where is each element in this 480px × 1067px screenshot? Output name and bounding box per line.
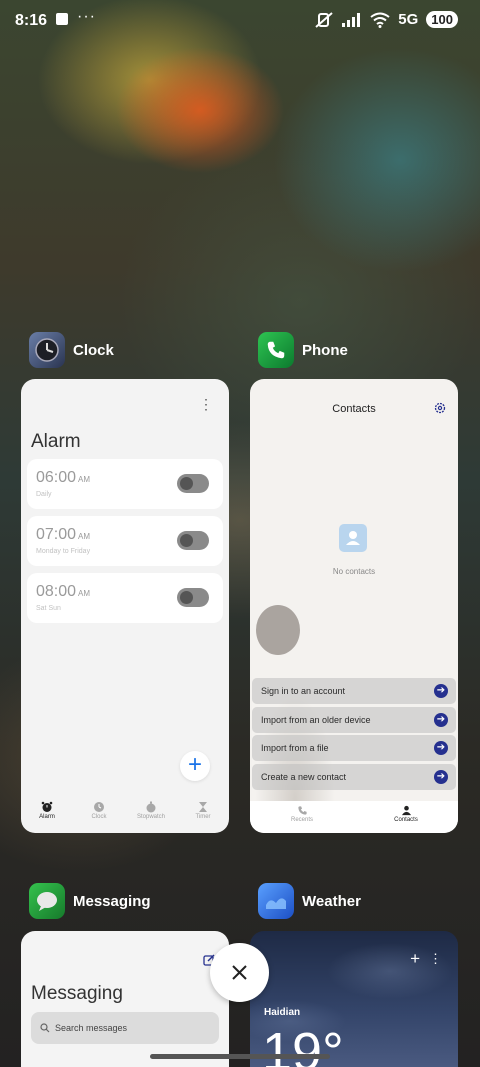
clock-tab-bar: Alarm Clock Stopwatch Timer <box>21 801 229 833</box>
tab-timer[interactable]: Timer <box>177 801 229 833</box>
alarm-title: Alarm <box>31 431 81 452</box>
weather-more-icon[interactable]: ⋮ <box>429 951 442 967</box>
alarm-time: 06:00 <box>36 469 77 486</box>
person-icon <box>401 805 411 816</box>
alarm-time: 07:00 <box>36 526 77 543</box>
clock-icon <box>94 802 104 812</box>
notification-icon <box>56 13 68 25</box>
messaging-title: Messaging <box>31 983 123 1004</box>
action-label: Import from a file <box>261 743 329 753</box>
tab-stopwatch[interactable]: Stopwatch <box>125 801 177 833</box>
current-temperature: 19° <box>262 1022 344 1067</box>
add-alarm-button[interactable]: + <box>180 751 210 781</box>
alarm-repeat: Sat Sun <box>36 605 61 612</box>
search-placeholder: Search messages <box>55 1023 128 1033</box>
tab-alarm[interactable]: Alarm <box>21 801 73 833</box>
phone-app-icon <box>258 332 294 368</box>
alarm-icon <box>41 801 53 812</box>
tab-recents[interactable]: Recents <box>250 801 354 833</box>
alarm-item[interactable]: 06:00 AM Daily <box>27 459 223 509</box>
arrow-right-icon: ➔ <box>434 713 448 727</box>
clock-app-name: Clock <box>73 341 114 359</box>
status-icons: 5G 100 <box>314 11 458 28</box>
tab-clock-label: Clock <box>91 814 107 820</box>
messaging-app-name: Messaging <box>73 892 151 910</box>
alarm-toggle[interactable] <box>177 531 209 550</box>
contacts-title: Contacts <box>332 403 376 415</box>
alarm-item[interactable]: 08:00 AM Sat Sun <box>27 573 223 623</box>
status-bar: 8:16 ··· 5G 100 <box>0 0 480 42</box>
phone-app-name: Phone <box>302 341 348 359</box>
import-older-device-button[interactable]: Import from an older device ➔ <box>252 707 456 733</box>
vibrate-off-icon <box>315 11 333 28</box>
messaging-recent-card[interactable]: Messaging Search messages <box>21 931 229 1067</box>
arrow-right-icon: ➔ <box>434 770 448 784</box>
add-city-button[interactable]: + <box>410 949 420 969</box>
settings-icon[interactable] <box>434 402 446 414</box>
weather-app-icon <box>258 883 294 919</box>
clock-app-label[interactable]: Clock <box>29 332 114 368</box>
contact-placeholder-icon <box>339 524 367 552</box>
no-contacts-text: No contacts <box>332 567 376 576</box>
clear-all-button[interactable] <box>210 943 269 1002</box>
weather-app-label[interactable]: Weather <box>258 883 361 919</box>
alarm-toggle[interactable] <box>177 588 209 607</box>
alarm-ampm: AM <box>78 475 91 484</box>
sign-in-account-button[interactable]: Sign in to an account ➔ <box>252 678 456 704</box>
wifi-icon <box>370 12 390 28</box>
alarm-time: 08:00 <box>36 583 77 600</box>
alarm-item[interactable]: 07:00 AM Monday to Friday <box>27 516 223 566</box>
more-options-icon[interactable]: ⋮ <box>199 397 213 411</box>
alarm-repeat: Daily <box>36 491 52 498</box>
arrow-right-icon: ➔ <box>434 684 448 698</box>
hourglass-icon <box>199 802 207 812</box>
arrow-right-icon: ➔ <box>434 741 448 755</box>
tab-stopwatch-label: Stopwatch <box>136 814 166 820</box>
clock-app-icon <box>29 332 65 368</box>
action-label: Create a new contact <box>261 772 347 782</box>
action-label: Sign in to an account <box>261 686 346 696</box>
weather-recent-card[interactable]: + ⋮ Haidian 19° <box>250 931 458 1067</box>
tab-contacts-label: Contacts <box>394 817 418 823</box>
signal-icon <box>342 12 361 27</box>
weather-app-name: Weather <box>302 892 361 910</box>
phone-icon <box>297 806 307 815</box>
tab-contacts[interactable]: Contacts <box>354 801 458 833</box>
search-icon <box>40 1023 50 1033</box>
tab-recents-label: Recents <box>290 817 313 823</box>
tab-alarm-label: Alarm <box>39 814 55 820</box>
messaging-app-label[interactable]: Messaging <box>29 883 151 919</box>
silhouette-head <box>256 605 300 655</box>
alarm-ampm: AM <box>78 532 91 541</box>
city-name: Haidian <box>264 1007 301 1018</box>
tab-clock[interactable]: Clock <box>73 801 125 833</box>
phone-recent-card[interactable]: Contacts No contacts Sign in to an accou… <box>250 379 458 833</box>
more-notifications-icon: ··· <box>77 8 96 25</box>
messaging-app-icon <box>29 883 65 919</box>
phone-tab-bar: Recents Contacts <box>250 801 458 833</box>
alarm-toggle[interactable] <box>177 474 209 493</box>
home-gesture-bar[interactable] <box>150 1054 330 1059</box>
alarm-repeat: Monday to Friday <box>36 548 91 555</box>
import-from-file-button[interactable]: Import from a file ➔ <box>252 735 456 761</box>
clock-recent-card[interactable]: ⋮ Alarm 06:00 AM Daily 07:00 AM Monday to … <box>21 379 229 833</box>
search-messages-input[interactable]: Search messages <box>31 1012 219 1044</box>
action-label: Import from an older device <box>261 715 371 725</box>
close-icon <box>232 965 247 980</box>
network-type: 5G <box>398 11 419 28</box>
phone-app-label[interactable]: Phone <box>258 332 348 368</box>
create-contact-button[interactable]: Create a new contact ➔ <box>252 764 456 790</box>
status-time: 8:16 <box>15 12 48 29</box>
alarm-ampm: AM <box>78 589 91 598</box>
stopwatch-icon <box>146 801 156 813</box>
tab-timer-label: Timer <box>195 814 211 820</box>
battery-indicator: 100 <box>426 11 458 28</box>
